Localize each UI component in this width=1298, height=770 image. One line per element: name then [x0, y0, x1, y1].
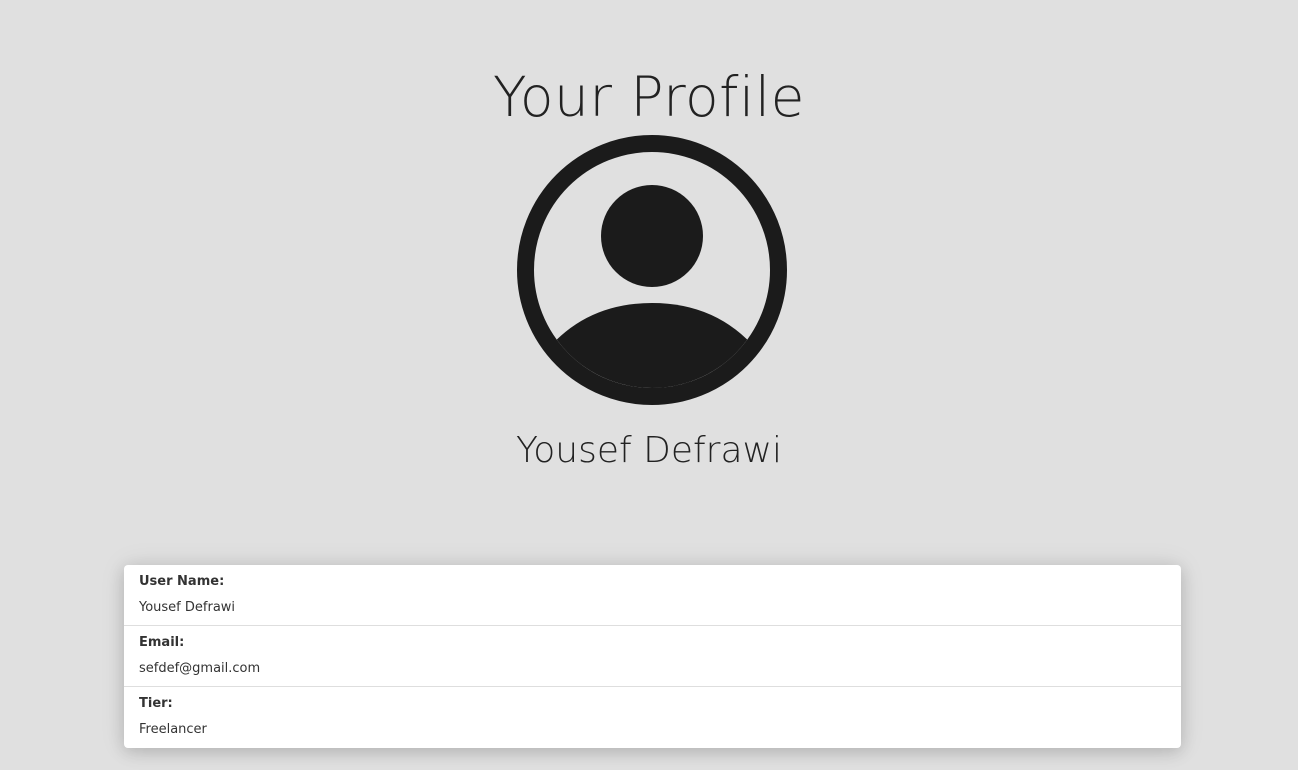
email-value: sefdef@gmail.com	[139, 661, 261, 676]
username-label: User Name:	[139, 574, 225, 589]
profile-details-card: User Name: Yousef Defrawi Email: sefdef@…	[124, 565, 1181, 748]
avatar	[517, 135, 787, 405]
tier-label: Tier:	[139, 696, 173, 711]
username-row: User Name: Yousef Defrawi	[124, 565, 1181, 626]
email-label: Email:	[139, 635, 185, 650]
tier-value: Freelancer	[139, 722, 207, 737]
page-title: Your Profile	[493, 65, 805, 129]
user-circle-icon	[517, 135, 787, 405]
tier-row: Tier: Freelancer	[124, 687, 1181, 748]
email-row: Email: sefdef@gmail.com	[124, 626, 1181, 687]
username-value: Yousef Defrawi	[139, 600, 236, 615]
profile-display-name: Yousef Defrawi	[516, 430, 782, 471]
